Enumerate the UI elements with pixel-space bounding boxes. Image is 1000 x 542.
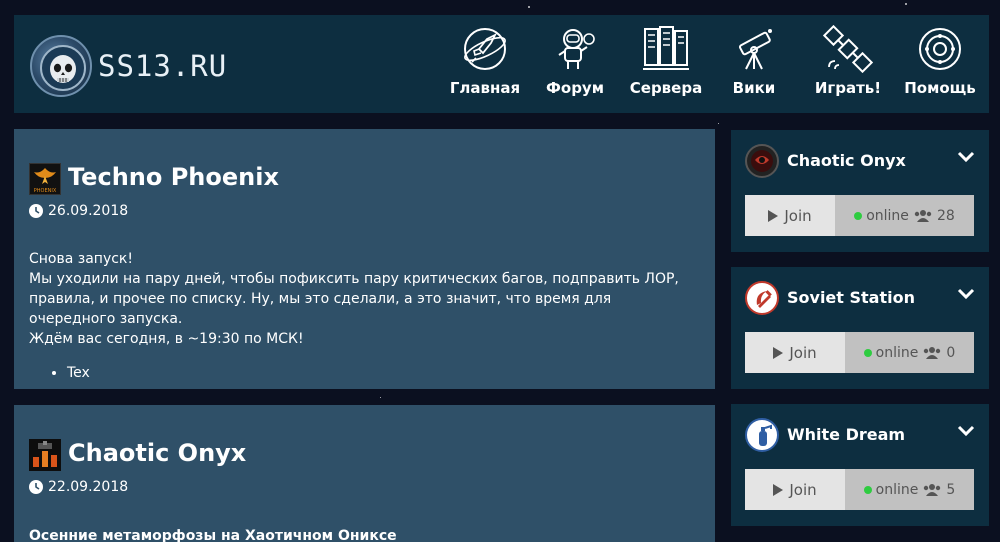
star — [528, 6, 530, 8]
lifebuoy-icon — [919, 28, 961, 70]
player-count: 28 — [936, 207, 955, 224]
nav-home[interactable]: Главная — [450, 25, 520, 109]
nav-wiki[interactable]: Вики — [732, 25, 776, 109]
server-rack-icon — [643, 26, 689, 70]
online-dot-icon — [863, 348, 872, 357]
techno-phoenix-logo: PHOENIX — [29, 163, 61, 195]
status-text: online — [866, 207, 909, 224]
play-icon — [773, 483, 784, 496]
chaotic-onyx-post-icon — [29, 439, 61, 471]
telescope-icon — [738, 29, 772, 70]
post-subheading: Осенние метаморфозы на Хаотичном Ониксе — [29, 528, 397, 542]
player-count: 5 — [946, 481, 956, 498]
online-dot-icon — [863, 485, 872, 494]
nav-play[interactable]: Играть! — [808, 25, 888, 109]
server-widget-white-dream: White Dream Join online 5 — [731, 404, 989, 526]
post-date-text: 26.09.2018 — [48, 203, 129, 219]
clock-icon — [29, 204, 43, 218]
chaotic-onyx-icon — [745, 144, 779, 178]
clock-icon — [29, 480, 43, 494]
star — [380, 397, 381, 398]
post-paragraph: Ждём вас сегодня, в ~19:30 по МСК! — [29, 331, 304, 347]
server-name[interactable]: Chaotic Onyx — [787, 151, 906, 170]
post-paragraph: Мы уходили на пару дней, чтобы пофиксить… — [29, 271, 679, 327]
join-button[interactable]: Join — [745, 332, 845, 373]
server-name[interactable]: White Dream — [787, 425, 905, 444]
post-title[interactable]: Techno Phoenix — [68, 163, 279, 191]
player-count: 0 — [946, 344, 956, 361]
server-name[interactable]: Soviet Station — [787, 288, 915, 307]
post-title[interactable]: Chaotic Onyx — [68, 439, 246, 467]
nav-wiki-label: Вики — [732, 79, 776, 97]
nav-help-label: Помощь — [904, 79, 976, 97]
status-text: online — [875, 481, 919, 498]
news-post: Chaotic Onyx 22.09.2018 Осенние метаморф… — [14, 405, 715, 542]
join-button[interactable]: Join — [745, 195, 835, 236]
play-icon — [768, 209, 779, 222]
list-item: Tex — [67, 363, 695, 383]
nav-forum[interactable]: Форум — [544, 25, 606, 109]
join-button[interactable]: Join — [745, 469, 845, 510]
users-icon — [924, 346, 941, 359]
server-status: online 0 — [845, 332, 974, 373]
satellite-icon — [823, 25, 873, 73]
nav-play-label: Играть! — [814, 79, 882, 97]
post-paragraph: Снова запуск! — [29, 251, 134, 267]
post-date: 22.09.2018 — [29, 479, 128, 495]
post-date-text: 22.09.2018 — [48, 479, 129, 495]
nav-home-label: Главная — [449, 79, 521, 97]
nav-forum-label: Форум — [546, 79, 604, 97]
star — [718, 123, 719, 124]
chevron-down-icon[interactable] — [957, 150, 975, 164]
nav-help[interactable]: Помощь — [904, 25, 976, 109]
skull-astronaut-logo[interactable] — [30, 35, 92, 97]
online-dot-icon — [854, 211, 863, 220]
users-icon — [924, 483, 941, 496]
site-header: SS13.RU Главная Форум Сервера Вики Играт… — [14, 15, 989, 113]
server-status: online 28 — [835, 195, 974, 236]
post-body: Снова запуск! Мы уходили на пару дней, ч… — [29, 249, 695, 383]
play-icon — [773, 346, 784, 359]
post-date: 26.09.2018 — [29, 203, 128, 219]
hammer-sickle-icon — [745, 281, 779, 315]
status-text: online — [875, 344, 919, 361]
chevron-down-icon[interactable] — [957, 424, 975, 438]
site-brand[interactable]: SS13.RU — [98, 49, 227, 83]
server-widget-chaotic-onyx: Chaotic Onyx Join online 28 — [731, 130, 989, 252]
fire-extinguisher-icon — [745, 418, 779, 452]
news-post: PHOENIX Techno Phoenix 26.09.2018 Снова … — [14, 129, 715, 389]
post-list: Tex — [67, 363, 695, 383]
server-widget-soviet-station: Soviet Station Join online 0 — [731, 267, 989, 389]
svg-text:PHOENIX: PHOENIX — [34, 188, 57, 194]
rocket-icon — [464, 28, 506, 70]
users-icon — [914, 209, 932, 222]
chevron-down-icon[interactable] — [957, 287, 975, 301]
server-status: online 5 — [845, 469, 974, 510]
astronaut-icon — [558, 29, 595, 69]
nav-servers[interactable]: Сервера — [628, 25, 704, 109]
nav-servers-label: Сервера — [629, 79, 703, 97]
star — [905, 3, 907, 5]
